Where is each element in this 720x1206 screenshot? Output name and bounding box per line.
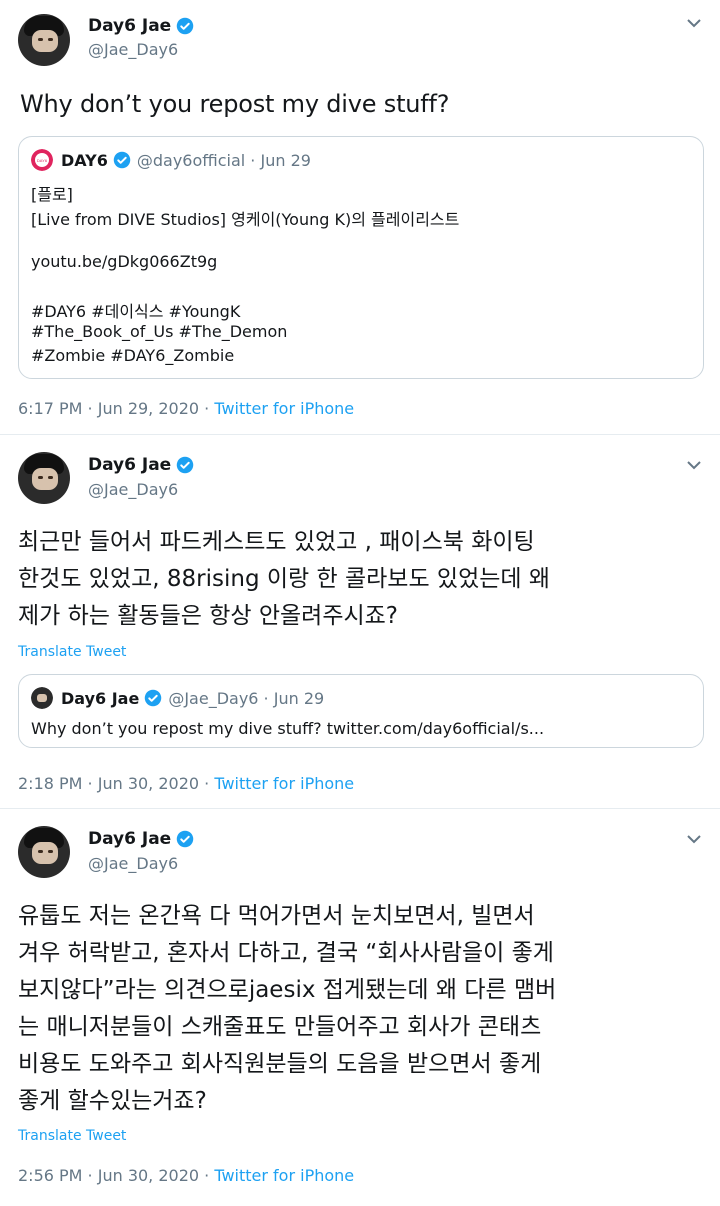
tweet-text-line: 겨우 허락받고, 혼자서 다하고, 결국 “회사사람을이 좋게 xyxy=(18,940,554,966)
user-handle[interactable]: @Jae_Day6 xyxy=(88,40,178,59)
tweet-text-line: 비용도 도와주고 회사직원분들의 도음을 받으면서 좋게 xyxy=(18,1051,542,1077)
display-name[interactable]: Day6 Jae xyxy=(88,16,171,36)
verified-badge-icon xyxy=(176,17,194,35)
client-link[interactable]: Twitter for iPhone xyxy=(214,399,354,418)
tweet-text-line: 제가 하는 활동들은 항상 안올려주시죠? xyxy=(18,603,399,629)
tweet-text-line: 한것도 있었고, 88rising 이랑 한 콜라보도 있었는데 왜 xyxy=(18,566,551,592)
tweet-text-line: 최근만 들어서 파드케스트도 있었고 , 패이스북 화이팅 xyxy=(18,529,535,555)
user-handle[interactable]: @Jae_Day6 xyxy=(88,854,178,873)
tweet-3[interactable]: Day6 Jae @Jae_Day6 유툽도 저는 온간욕 다 먹어가면서 눈치… xyxy=(0,810,720,1206)
quoted-line: [Live from DIVE Studios] 영케이(Young K)의 플… xyxy=(31,210,460,229)
tweet-text: 최근만 들어서 파드케스트도 있었고 , 패이스북 화이팅 한것도 있었고, 8… xyxy=(18,524,708,635)
timestamp[interactable]: 2:56 PM · Jun 30, 2020 · xyxy=(18,1166,214,1185)
avatar[interactable] xyxy=(18,826,70,878)
quoted-hashtags[interactable]: #The_Book_of_Us #The_Demon xyxy=(31,322,287,341)
divider xyxy=(0,808,720,809)
tweet-text-line: 유툽도 저는 온간욕 다 먹어가면서 눈치보면서, 빌면서 xyxy=(18,903,535,929)
chevron-down-icon[interactable] xyxy=(686,18,702,28)
display-name[interactable]: Day6 Jae xyxy=(88,455,171,475)
quoted-handle-date: @day6official · Jun 29 xyxy=(136,150,311,170)
timestamp[interactable]: 6:17 PM · Jun 29, 2020 · xyxy=(18,399,214,418)
tweet-1[interactable]: Day6 Jae @Jae_Day6 Why don’t you repost … xyxy=(0,0,720,432)
verified-badge-icon xyxy=(176,456,194,474)
quoted-tweet[interactable]: Day6 Jae @Jae_Day6 · Jun 29 Why don’t yo… xyxy=(18,674,704,748)
verified-badge-icon xyxy=(113,151,131,169)
quoted-display-name[interactable]: Day6 Jae xyxy=(61,689,139,708)
chevron-down-icon[interactable] xyxy=(686,834,702,844)
quoted-handle-date: @Jae_Day6 · Jun 29 xyxy=(168,688,325,708)
tweet-meta: 6:17 PM · Jun 29, 2020 · Twitter for iPh… xyxy=(18,399,354,418)
client-link[interactable]: Twitter for iPhone xyxy=(214,1166,354,1185)
tweet-text-line: 는 매니저분들이 스캐줄표도 만들어주고 회사가 콘태츠 xyxy=(18,1014,542,1040)
tweet-text-line: 보지않다”라는 의견으로jaesix 접게됐는데 왜 다른 맴버 xyxy=(18,977,557,1003)
translate-tweet-link[interactable]: Translate Tweet xyxy=(18,1128,126,1144)
tweet-meta: 2:18 PM · Jun 30, 2020 · Twitter for iPh… xyxy=(18,774,354,793)
display-name[interactable]: Day6 Jae xyxy=(88,829,171,849)
quoted-tweet[interactable]: DAY6 DAY6 @day6official · Jun 29 [플로] [L… xyxy=(18,136,704,379)
tweet-2[interactable]: Day6 Jae @Jae_Day6 최근만 들어서 파드케스트도 있었고 , … xyxy=(0,436,720,808)
quoted-line: [플로] xyxy=(31,185,73,204)
quoted-hashtags[interactable]: #Zombie #DAY6_Zombie xyxy=(31,346,234,365)
divider xyxy=(0,434,720,435)
quoted-display-name[interactable]: DAY6 xyxy=(61,151,108,170)
quoted-hashtags[interactable]: #DAY6 #데이식스 #YoungK xyxy=(31,298,240,322)
client-link[interactable]: Twitter for iPhone xyxy=(214,774,354,793)
svg-text:DAY6: DAY6 xyxy=(37,158,48,163)
quoted-text: Why don’t you repost my dive stuff? twit… xyxy=(31,719,545,738)
avatar[interactable] xyxy=(18,14,70,66)
chevron-down-icon[interactable] xyxy=(686,460,702,470)
translate-tweet-link[interactable]: Translate Tweet xyxy=(18,644,126,660)
tweet-text-line: 좋게 할수있는거죠? xyxy=(18,1088,207,1114)
tweet-text: 유툽도 저는 온간욕 다 먹어가면서 눈치보면서, 빌면서 겨우 허락받고, 혼… xyxy=(18,898,708,1120)
quoted-avatar xyxy=(31,687,53,709)
tweet-text: Why don’t you repost my dive stuff? xyxy=(20,90,450,118)
quoted-link[interactable]: youtu.be/gDkg066Zt9g xyxy=(31,252,217,271)
quoted-avatar: DAY6 xyxy=(31,149,53,171)
verified-badge-icon xyxy=(176,830,194,848)
timestamp[interactable]: 2:18 PM · Jun 30, 2020 · xyxy=(18,774,214,793)
user-handle[interactable]: @Jae_Day6 xyxy=(88,480,178,499)
tweet-meta: 2:56 PM · Jun 30, 2020 · Twitter for iPh… xyxy=(18,1166,354,1185)
avatar[interactable] xyxy=(18,452,70,504)
verified-badge-icon xyxy=(145,689,162,707)
